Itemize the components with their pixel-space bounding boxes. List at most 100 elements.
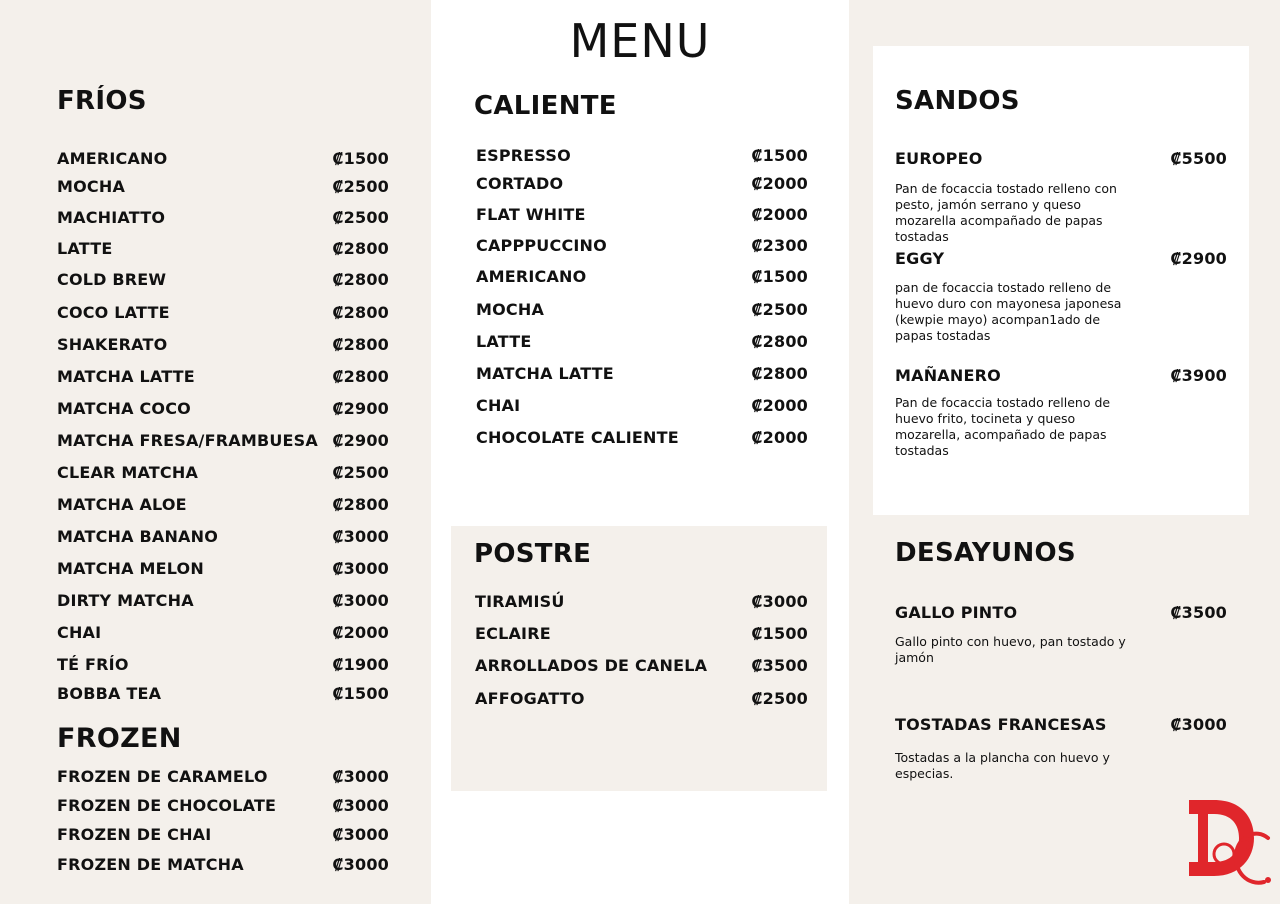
menu-item: COCO LATTE ₡2800 <box>57 303 389 322</box>
item-price: ₡3000 <box>1170 715 1227 734</box>
item-price: ₡2900 <box>1170 249 1227 268</box>
menu-item: MATCHA ALOE ₡2800 <box>57 495 389 514</box>
section-title-postre: POSTRE <box>474 539 592 569</box>
menu-item: DIRTY MATCHA ₡3000 <box>57 591 389 610</box>
section-title-caliente: CALIENTE <box>474 91 617 121</box>
item-name: BOBBA TEA <box>57 684 162 703</box>
item-price: ₡2800 <box>751 332 808 351</box>
item-name: AMERICANO <box>57 149 168 168</box>
item-name: COCO LATTE <box>57 303 170 322</box>
item-name: AMERICANO <box>476 267 587 286</box>
section-title-sandos: SANDOS <box>895 86 1020 116</box>
item-description: Gallo pinto con huevo, pan tostado y jam… <box>895 634 1126 665</box>
menu-item: MATCHA COCO ₡2900 <box>57 399 389 418</box>
item-name: ECLAIRE <box>475 624 551 643</box>
item-price: ₡2500 <box>751 300 808 319</box>
item-name: MATCHA LATTE <box>57 367 195 386</box>
item-name: SHAKERATO <box>57 335 168 354</box>
item-price: ₡2000 <box>332 623 389 642</box>
item-price: ₡2500 <box>332 208 389 227</box>
item-name: CHAI <box>476 396 521 415</box>
item-price: ₡2900 <box>332 399 389 418</box>
menu-item: FROZEN DE CARAMELO ₡3000 <box>57 767 389 786</box>
item-price: ₡2500 <box>332 177 389 196</box>
item-name: EUROPEO <box>895 149 983 168</box>
item-name: ARROLLADOS DE CANELA <box>475 656 708 675</box>
menu-item: MATCHA MELON ₡3000 <box>57 559 389 578</box>
item-price: ₡1500 <box>332 684 389 703</box>
menu-item: MOCHA ₡2500 <box>57 177 389 196</box>
menu-item: LATTE ₡2800 <box>57 239 389 258</box>
menu-item: COLD BREW ₡2800 <box>57 270 389 289</box>
item-price: ₡2800 <box>332 239 389 258</box>
item-price: ₡3500 <box>751 656 808 675</box>
item-price: ₡2000 <box>751 174 808 193</box>
section-title-frozen: FROZEN <box>57 723 182 754</box>
item-price: ₡3500 <box>1170 603 1227 622</box>
item-description: Pan de focaccia tostado relleno con pest… <box>895 181 1117 244</box>
menu-item: GALLO PINTO ₡3500 <box>895 603 1227 622</box>
item-name: AFFOGATTO <box>475 689 585 708</box>
menu-item: MOCHA ₡2500 <box>476 300 808 319</box>
item-name: LATTE <box>57 239 113 258</box>
menu-item: CAPPPUCCINO ₡2300 <box>476 236 808 255</box>
menu-item: MATCHA LATTE ₡2800 <box>476 364 808 383</box>
item-name: MATCHA COCO <box>57 399 191 418</box>
item-price: ₡3000 <box>751 592 808 611</box>
item-name: TIRAMISÚ <box>475 592 565 611</box>
item-price: ₡2800 <box>751 364 808 383</box>
item-name: MACHIATTO <box>57 208 166 227</box>
menu-item: MATCHA LATTE ₡2800 <box>57 367 389 386</box>
item-name: FLAT WHITE <box>476 205 586 224</box>
menu-item: SHAKERATO ₡2800 <box>57 335 389 354</box>
menu-item: MATCHA BANANO ₡3000 <box>57 527 389 546</box>
item-name: MATCHA ALOE <box>57 495 187 514</box>
item-name: FROZEN DE CHAI <box>57 825 212 844</box>
menu-item: ECLAIRE ₡1500 <box>475 624 808 643</box>
menu-item: MACHIATTO ₡2500 <box>57 208 389 227</box>
menu-item: TOSTADAS FRANCESAS ₡3000 <box>895 715 1227 734</box>
menu-item: FROZEN DE CHAI ₡3000 <box>57 825 389 844</box>
item-name: MATCHA FRESA/FRAMBUESA <box>57 431 318 450</box>
item-name: DIRTY MATCHA <box>57 591 194 610</box>
menu-item: CHAI ₡2000 <box>57 623 389 642</box>
menu-item: CHOCOLATE CALIENTE ₡2000 <box>476 428 808 447</box>
item-price: ₡2000 <box>751 428 808 447</box>
menu-item: BOBBA TEA ₡1500 <box>57 684 389 703</box>
item-description: pan de focaccia tostado relleno de huevo… <box>895 280 1122 343</box>
item-price: ₡1500 <box>332 149 389 168</box>
item-price: ₡3000 <box>332 767 389 786</box>
menu-item: AFFOGATTO ₡2500 <box>475 689 808 708</box>
menu-title: MENU <box>569 14 711 68</box>
item-name: TÉ FRÍO <box>57 655 129 674</box>
item-description: Pan de focaccia tostado relleno de huevo… <box>895 395 1111 458</box>
menu-item: CLEAR MATCHA ₡2500 <box>57 463 389 482</box>
item-price: ₡1500 <box>751 624 808 643</box>
item-name: EGGY <box>895 249 945 268</box>
item-name: MOCHA <box>476 300 545 319</box>
item-price: ₡2000 <box>751 205 808 224</box>
item-price: ₡2800 <box>332 303 389 322</box>
item-price: ₡3900 <box>1170 366 1227 385</box>
item-price: ₡2500 <box>751 689 808 708</box>
menu-item: TÉ FRÍO ₡1900 <box>57 655 389 674</box>
menu-item: LATTE ₡2800 <box>476 332 808 351</box>
item-name: CHAI <box>57 623 102 642</box>
item-price: ₡2500 <box>332 463 389 482</box>
item-price: ₡2800 <box>332 367 389 386</box>
item-price: ₡3000 <box>332 855 389 874</box>
item-name: MOCHA <box>57 177 126 196</box>
menu-item: CHAI ₡2000 <box>476 396 808 415</box>
item-name: LATTE <box>476 332 532 351</box>
menu-item: AMERICANO ₡1500 <box>476 267 808 286</box>
item-price: ₡3000 <box>332 591 389 610</box>
item-name: FROZEN DE CARAMELO <box>57 767 268 786</box>
item-price: ₡2300 <box>751 236 808 255</box>
item-name: CHOCOLATE CALIENTE <box>476 428 679 447</box>
menu-item: AMERICANO ₡1500 <box>57 149 389 168</box>
section-title-frios: FRÍOS <box>57 86 147 116</box>
menu-item: ESPRESSO ₡1500 <box>476 146 808 165</box>
item-name: ESPRESSO <box>476 146 571 165</box>
menu-item: MATCHA FRESA/FRAMBUESA ₡2900 <box>57 431 389 450</box>
item-price: ₡3000 <box>332 559 389 578</box>
